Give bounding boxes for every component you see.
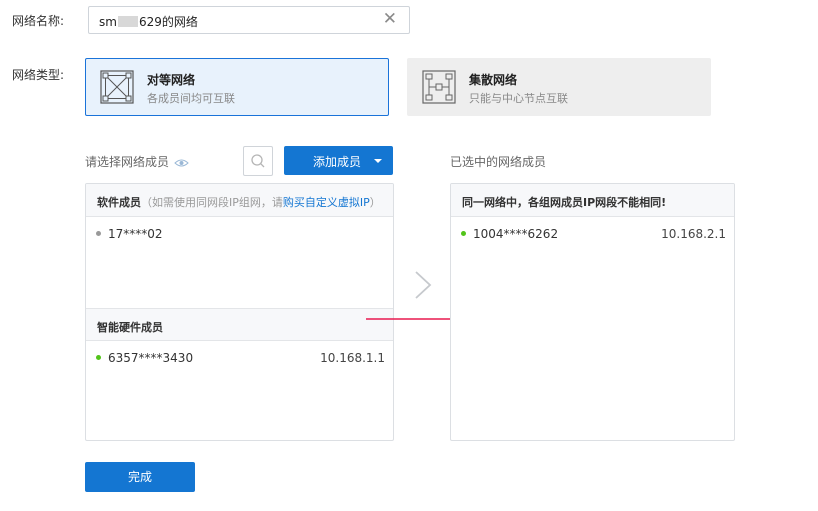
redacted-mask (117, 16, 138, 27)
caret-down-icon (374, 159, 382, 163)
add-member-button[interactable]: 添加成员 (284, 146, 393, 175)
chevron-right-icon[interactable] (412, 270, 434, 300)
network-name-value: sm 629的网络 (99, 15, 198, 29)
mesh-network-icon (100, 70, 134, 104)
network-type-p2p-card[interactable]: 对等网络 各成员间均可互联 (85, 58, 389, 116)
network-type-hub-card[interactable]: 集散网络 只能与中心节点互联 (407, 58, 711, 116)
add-member-label: 添加成员 (313, 155, 362, 169)
hub-title: 集散网络 (469, 73, 518, 87)
list-item[interactable]: 17****02 (86, 225, 393, 245)
search-icon (251, 154, 265, 168)
online-status-dot (96, 355, 101, 360)
p2p-subtitle: 各成员间均可互联 (147, 92, 235, 105)
ip-conflict-warning: 同一网络中，各组网成员IP网段不能相同! (451, 184, 734, 217)
hub-subtitle: 只能与中心节点互联 (469, 92, 568, 105)
offline-status-dot (96, 231, 101, 236)
selected-members-panel: 同一网络中，各组网成员IP网段不能相同! 1004****6262 10.168… (450, 183, 735, 441)
list-item[interactable]: 1004****6262 10.168.2.1 (451, 225, 734, 245)
select-members-title: 请选择网络成员 (85, 153, 189, 170)
p2p-title: 对等网络 (147, 73, 196, 87)
network-name-label: 网络名称: (12, 14, 65, 28)
network-type-label: 网络类型: (12, 68, 65, 82)
search-button[interactable] (243, 146, 273, 176)
eye-icon[interactable] (174, 158, 189, 168)
hardware-members-header: 智能硬件成员 (86, 308, 393, 341)
software-members-header: 软件成员（如需使用同网段IP组网，请购买自定义虚拟IP） (86, 184, 393, 217)
online-status-dot (461, 231, 466, 236)
buy-virtual-ip-link[interactable]: 购买自定义虚拟IP (283, 196, 370, 209)
list-item[interactable]: 6357****3430 10.168.1.1 (86, 349, 393, 369)
available-members-panel: 软件成员（如需使用同网段IP组网，请购买自定义虚拟IP） 17****02 智能… (85, 183, 394, 441)
clear-icon[interactable]: ✕ (383, 9, 397, 29)
network-name-input[interactable]: sm 629的网络 ✕ (88, 6, 410, 34)
done-button[interactable]: 完成 (85, 462, 195, 492)
selected-members-title: 已选中的网络成员 (450, 155, 547, 169)
hub-network-icon (422, 70, 456, 104)
